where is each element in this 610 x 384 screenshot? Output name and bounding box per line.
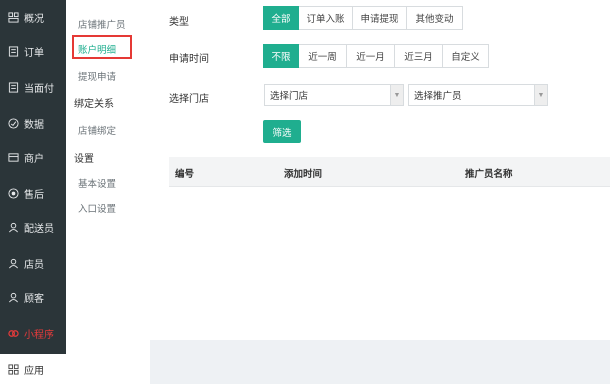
nav-item-clerk[interactable]: 店员	[0, 248, 66, 278]
time-option-month[interactable]: 近一月	[347, 44, 395, 68]
submenu-item-basic-settings[interactable]: 基本设置	[78, 176, 116, 190]
submenu-section-bind: 绑定关系	[74, 99, 114, 110]
col-header-added-time: 添加时间	[284, 169, 323, 180]
main-nav: 概况 订单 当面付 数据 商户 售后 配送员 店员 顾客 小程序 应用	[0, 0, 66, 384]
nav-label: 订单	[24, 47, 44, 59]
nav-item-after-sale[interactable]: 售后	[0, 178, 66, 208]
nav-label: 概况	[24, 13, 44, 25]
type-option-withdraw-request[interactable]: 申请提现	[353, 6, 407, 30]
nav-item-apps[interactable]: 应用	[0, 354, 66, 384]
nav-label: 小程序	[24, 329, 54, 341]
submenu-item-store-bind[interactable]: 店铺绑定	[78, 123, 116, 137]
nav-label: 商户	[24, 153, 44, 165]
col-header-id: 编号	[175, 169, 195, 180]
submenu-item-store-promoter[interactable]: 店铺推广员	[78, 17, 126, 31]
time-option-custom[interactable]: 自定义	[443, 44, 489, 68]
table-header: 编号 添加时间 推广员名称	[169, 157, 610, 187]
courier-icon	[8, 222, 19, 233]
time-option-three-months[interactable]: 近三月	[395, 44, 443, 68]
time-option-any[interactable]: 不限	[263, 44, 299, 68]
highlight-box	[72, 35, 132, 59]
nav-item-courier[interactable]: 配送员	[0, 212, 66, 242]
chevron-down-icon: ▼	[390, 85, 403, 105]
customer-icon	[8, 292, 19, 303]
nav-item-customer[interactable]: 顾客	[0, 282, 66, 312]
type-option-other-change[interactable]: 其他变动	[407, 6, 463, 30]
type-option-all[interactable]: 全部	[263, 6, 299, 30]
face-pay-icon	[8, 81, 19, 93]
store-select[interactable]: 选择门店 ▼	[264, 84, 404, 106]
nav-item-order[interactable]: 订单	[0, 36, 66, 66]
promoter-select[interactable]: 选择推广员 ▼	[408, 84, 548, 106]
nav-item-overview[interactable]: 概况	[0, 2, 66, 32]
merchant-icon	[8, 152, 19, 163]
filter-button[interactable]: 筛选	[263, 120, 301, 143]
nav-label: 应用	[24, 365, 44, 377]
clerk-icon	[8, 258, 19, 269]
nav-label: 顾客	[24, 293, 44, 305]
time-filter-group: 不限 近一周 近一月 近三月 自定义	[263, 44, 489, 68]
nav-item-data[interactable]: 数据	[0, 108, 66, 138]
nav-label: 售后	[24, 189, 44, 201]
nav-item-merchant[interactable]: 商户	[0, 142, 66, 172]
after-sale-icon	[8, 187, 19, 199]
time-label: 申请时间	[169, 54, 209, 65]
nav-item-mini-program[interactable]: 小程序	[0, 318, 66, 348]
col-header-promoter-name: 推广员名称	[465, 169, 513, 180]
type-filter-group: 全部 订单入账 申请提现 其他变动	[263, 6, 463, 30]
type-option-order-income[interactable]: 订单入账	[299, 6, 353, 30]
promoter-select-value: 选择推广员	[414, 91, 462, 102]
overview-icon	[8, 11, 19, 23]
type-label: 类型	[169, 17, 189, 28]
data-icon	[8, 117, 19, 129]
chevron-down-icon: ▼	[534, 85, 547, 105]
mini-program-icon	[8, 328, 19, 339]
submenu-item-entry-settings[interactable]: 入口设置	[78, 201, 116, 215]
store-label: 选择门店	[169, 94, 209, 105]
submenu-section-settings: 设置	[74, 154, 94, 165]
nav-label: 当面付	[24, 83, 54, 95]
apps-icon	[8, 363, 19, 375]
nav-label: 数据	[24, 119, 44, 131]
nav-item-face-pay[interactable]: 当面付	[0, 72, 66, 102]
order-icon	[8, 45, 19, 57]
nav-label: 店员	[24, 259, 44, 271]
store-select-value: 选择门店	[270, 91, 309, 102]
time-option-week[interactable]: 近一周	[299, 44, 347, 68]
nav-label: 配送员	[24, 223, 54, 235]
submenu-item-withdraw-request[interactable]: 提现申请	[78, 69, 116, 83]
